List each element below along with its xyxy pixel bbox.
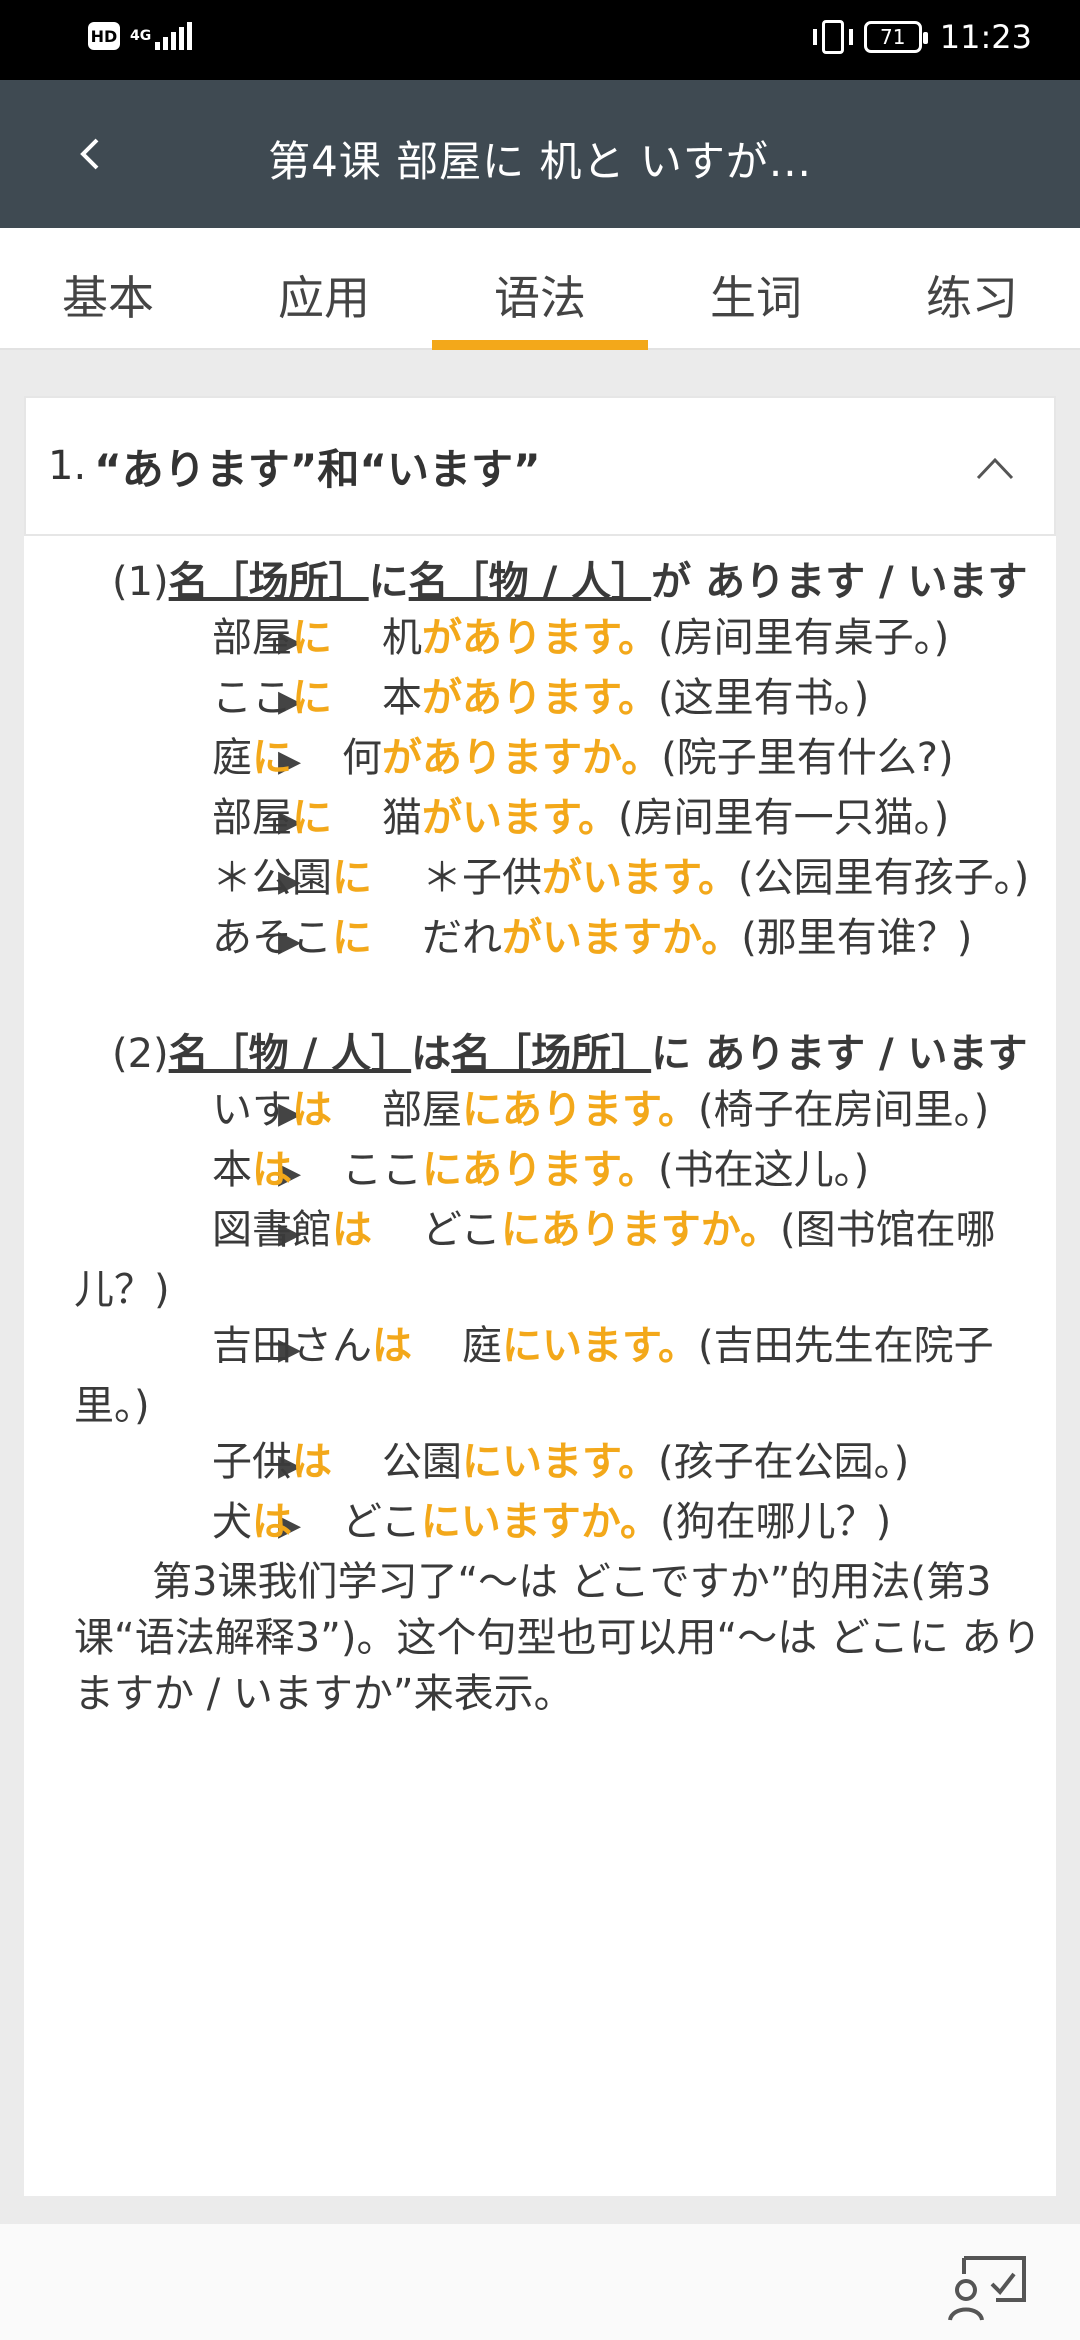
tab-grammar[interactable]: 语法 bbox=[432, 228, 648, 350]
tab-application[interactable]: 应用 bbox=[216, 228, 432, 348]
hd-icon: HD bbox=[88, 22, 120, 50]
tab-bar: 基本 应用 语法 生词 练习 bbox=[0, 228, 1080, 350]
section-number: 1. bbox=[48, 443, 87, 489]
example-1-4: ▶部屋に 猫がいます。(房间里有一只猫。) bbox=[212, 795, 950, 841]
section-header[interactable]: 1. “あります”和“います” bbox=[24, 396, 1056, 536]
section-title: “あります”和“います” bbox=[94, 444, 541, 494]
example-1-2: ▶ここに 本があります。(这里有书。) bbox=[212, 675, 870, 721]
signal-icon bbox=[155, 22, 195, 50]
example-1-5: ▶＊公園に ＊子供がいます。(公园里有孩子。) bbox=[212, 855, 1030, 901]
network-type: 4G bbox=[130, 28, 152, 44]
tab-basic[interactable]: 基本 bbox=[0, 228, 216, 348]
example-1-1: ▶部屋に 机があります。(房间里有桌子。) bbox=[212, 615, 950, 661]
example-2-5: ▶子供は 公園にいます。(孩子在公园。) bbox=[212, 1439, 910, 1485]
tab-practice[interactable]: 练习 bbox=[864, 228, 1080, 348]
example-1-6: ▶あそこに だれがいますか。(那里有谁？) bbox=[212, 915, 973, 961]
battery-indicator: 71 bbox=[863, 21, 928, 53]
example-2-1: ▶いすは 部屋にあります。(椅子在房间里。) bbox=[212, 1087, 990, 1133]
example-2-3: ▶図書館は どこにありますか。(图书馆在哪儿？) bbox=[74, 1207, 996, 1313]
example-2-6: ▶犬は どこにいますか。(狗在哪儿？) bbox=[212, 1499, 892, 1545]
clock: 11:23 bbox=[939, 18, 1032, 56]
tab-vocabulary[interactable]: 生词 bbox=[648, 228, 864, 348]
pattern-1: (1)名［场所］に名［物 / 人］が あります / います bbox=[112, 559, 1028, 605]
chevron-up-icon[interactable] bbox=[972, 448, 1018, 488]
screen-cast-icon[interactable] bbox=[942, 2244, 1032, 2328]
grammar-content: (1)名［场所］に名［物 / 人］が あります / います ▶部屋に 机があります… bbox=[74, 554, 1064, 1722]
grammar-card: 1. “あります”和“います” (1)名［场所］に名［物 / 人］が あります … bbox=[24, 396, 1056, 2196]
example-2-2: ▶本は ここにあります。(书在这儿。) bbox=[212, 1147, 870, 1193]
status-bar: HD 4G 71 11:23 bbox=[0, 0, 1080, 80]
pattern-2: (2)名［物 / 人］は名［场所］に あります / います bbox=[112, 1031, 1028, 1077]
app-bar: 第4课 部屋に 机と いすが... bbox=[0, 80, 1080, 228]
example-1-3: ▶庭に 何がありますか。(院子里有什么?) bbox=[212, 735, 954, 781]
vibrate-icon bbox=[812, 20, 853, 54]
explanation-note: 第3课我们学习了“～は どこですか”的用法(第3课“语法解释3”)。这个句型也可… bbox=[74, 1559, 1042, 1717]
example-2-4: ▶吉田さんは 庭にいます。(吉田先生在院子里。) bbox=[74, 1323, 994, 1429]
bottom-bar bbox=[0, 2224, 1080, 2340]
lesson-title: 第4课 部屋に 机と いすが... bbox=[268, 137, 812, 186]
